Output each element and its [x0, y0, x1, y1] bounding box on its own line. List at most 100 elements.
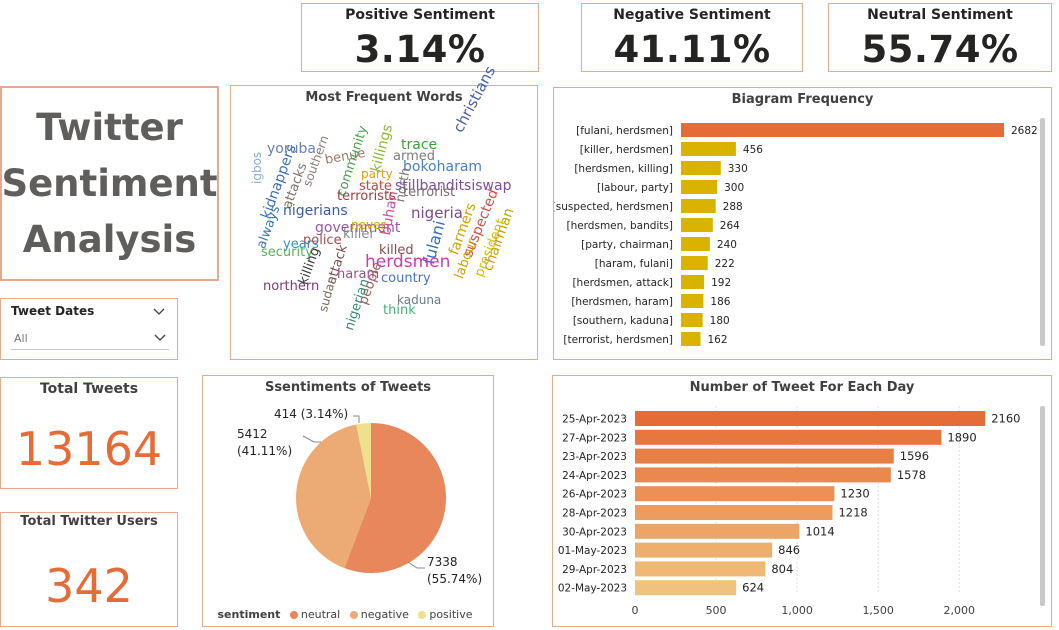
word-cloud-word: nigeria	[411, 204, 463, 222]
bigram-bar	[681, 237, 710, 251]
sentiment-legend: sentiment neutral negative positive	[203, 608, 493, 621]
bigram-category-label: [southern, kaduna]	[573, 315, 673, 327]
bigram-data-label: 180	[710, 315, 730, 327]
bigram-category-label: [haram, fulani]	[595, 258, 673, 270]
word-cloud-word: country	[381, 271, 431, 286]
daily-data-label: 1218	[838, 506, 867, 520]
daily-data-label: 1890	[947, 430, 976, 444]
kpi-positive-value: 3.14%	[354, 28, 486, 71]
legend-item-negative[interactable]: negative	[349, 608, 409, 621]
bigram-bar	[681, 256, 708, 270]
daily-bar	[635, 523, 800, 539]
legend-neutral-dot	[289, 611, 298, 619]
tweet-dates-slicer[interactable]: Tweet Dates All	[0, 298, 178, 360]
daily-xtick-label: 1,500	[862, 604, 894, 617]
daily-category-label: 28-Apr-2023	[562, 508, 627, 520]
kpi-card-neutral: Neutral Sentiment 55.74%	[828, 3, 1052, 72]
bigram-bar	[681, 161, 721, 175]
word-cloud-word: think	[383, 303, 416, 318]
total-tweets-label: Total Tweets	[39, 381, 139, 397]
total-tweets-card: Total Tweets 13164	[0, 377, 178, 489]
bigram-chart: [fulani, herdsmen] 2682 [killer, herdsmen]…	[554, 123, 1038, 346]
legend-neutral-label: neutral	[300, 608, 341, 621]
daily-category-label: 23-Apr-2023	[562, 451, 627, 463]
bigram-data-label: 288	[723, 201, 743, 213]
daily-bar	[635, 542, 773, 558]
kpi-card-positive: Positive Sentiment 3.14%	[301, 3, 539, 72]
legend-item-positive[interactable]: positive	[418, 608, 473, 621]
legend-negative-dot	[349, 611, 358, 619]
title-line-2: Sentiment	[1, 161, 218, 205]
bigram-bar	[681, 332, 701, 346]
pie-label-neutral-value: 7338	[427, 555, 458, 569]
word-cloud-word: sudan	[316, 274, 339, 314]
daily-data-label: 804	[771, 562, 793, 576]
daily-xtick-label: 0	[632, 604, 639, 617]
bigram-category-label: [labour, party]	[597, 182, 673, 194]
legend-positive-dot	[418, 611, 427, 619]
word-cloud: yoruba igbos kidnappers always attacks southe…	[231, 63, 536, 358]
bigram-data-label: 2682	[1011, 125, 1038, 137]
bigram-bar	[681, 199, 716, 213]
bigram-data-label: 186	[710, 296, 730, 308]
word-cloud-word: nigerians	[283, 203, 348, 219]
total-tweets-value: 13164	[15, 422, 163, 476]
bigram-data-label: 300	[724, 182, 744, 194]
bigram-data-label: 330	[728, 163, 748, 175]
sentiment-pie-card: Ssentiments of Tweets 7338 (55.74%) 5412 (4…	[202, 375, 494, 627]
sentiment-pie-chart: 7338 (55.74%) 5412 (41.11%) 414 (3.14%)	[237, 407, 482, 586]
daily-data-label: 2160	[991, 412, 1020, 426]
bigram-bar	[681, 218, 713, 232]
word-cloud-word: northern	[263, 279, 320, 294]
bigram-scrollbar[interactable]	[1040, 118, 1045, 346]
daily-xtick-label: 500	[706, 604, 727, 617]
daily-tweets-chart: 0 500 1,000 1,500 2,000 25-Apr-2023 2160 27-Apr…	[558, 406, 1020, 617]
legend-negative-label: negative	[360, 608, 409, 621]
daily-bar	[635, 448, 894, 464]
bigram-category-label: [herdsmen, killing]	[574, 163, 673, 175]
word-cloud-word: christians	[449, 63, 500, 136]
bigram-data-label: 222	[715, 258, 735, 270]
dashboard-title: Twitter Sentiment Analysis	[0, 86, 219, 281]
chevron-down-icon	[154, 334, 166, 341]
daily-category-label: 30-Apr-2023	[562, 526, 627, 538]
daily-data-label: 1578	[897, 468, 926, 482]
word-cloud-word: igbos	[250, 151, 264, 184]
bigram-category-label: [suspected, herdsmen]	[554, 201, 673, 213]
daily-category-label: 29-Apr-2023	[562, 564, 627, 576]
daily-data-label: 846	[778, 543, 800, 557]
slicer-dropdown[interactable]: All	[11, 327, 169, 350]
daily-xtick-label: 1,000	[781, 604, 813, 617]
legend-item-neutral[interactable]: neutral	[289, 608, 341, 621]
bigram-bar	[681, 313, 703, 327]
bigram-bar	[681, 180, 718, 194]
daily-data-label: 1596	[900, 449, 929, 463]
bigram-data-label: 162	[708, 334, 728, 346]
bigram-category-label: [terrorist, herdsmen]	[563, 334, 673, 346]
kpi-neutral-label: Neutral Sentiment	[867, 7, 1013, 23]
bigram-bar	[681, 294, 704, 308]
word-cloud-word: terrorist	[403, 185, 456, 200]
bigram-category-label: [herdsmen, haram]	[571, 296, 673, 308]
daily-bar	[635, 429, 942, 445]
pie-label-neutral-percent: (55.74%)	[427, 572, 482, 586]
daily-category-label: 25-Apr-2023	[562, 414, 627, 426]
total-users-label: Total Twitter Users	[20, 514, 158, 529]
pie-label-negative-percent: (41.11%)	[237, 444, 292, 458]
daily-bar	[635, 467, 891, 483]
daily-data-label: 624	[742, 581, 764, 595]
daily-category-label: 27-Apr-2023	[562, 432, 627, 444]
pie-label-positive: 414 (3.14%)	[274, 407, 348, 421]
daily-bar	[635, 580, 737, 596]
kpi-negative-label: Negative Sentiment	[613, 7, 771, 23]
slicer-collapse-chevron-icon[interactable]	[153, 308, 165, 316]
bigram-data-label: 240	[717, 239, 737, 251]
bigram-category-label: [herdsmen, attack]	[572, 277, 673, 289]
daily-scrollbar[interactable]	[1040, 406, 1045, 606]
bigram-bar	[681, 123, 1004, 137]
slicer-value: All	[14, 332, 28, 345]
total-users-card: Total Twitter Users 342	[0, 512, 178, 627]
word-cloud-word: bokoharam	[403, 159, 483, 175]
bigram-bar	[681, 142, 736, 156]
title-line-3: Analysis	[22, 217, 197, 261]
